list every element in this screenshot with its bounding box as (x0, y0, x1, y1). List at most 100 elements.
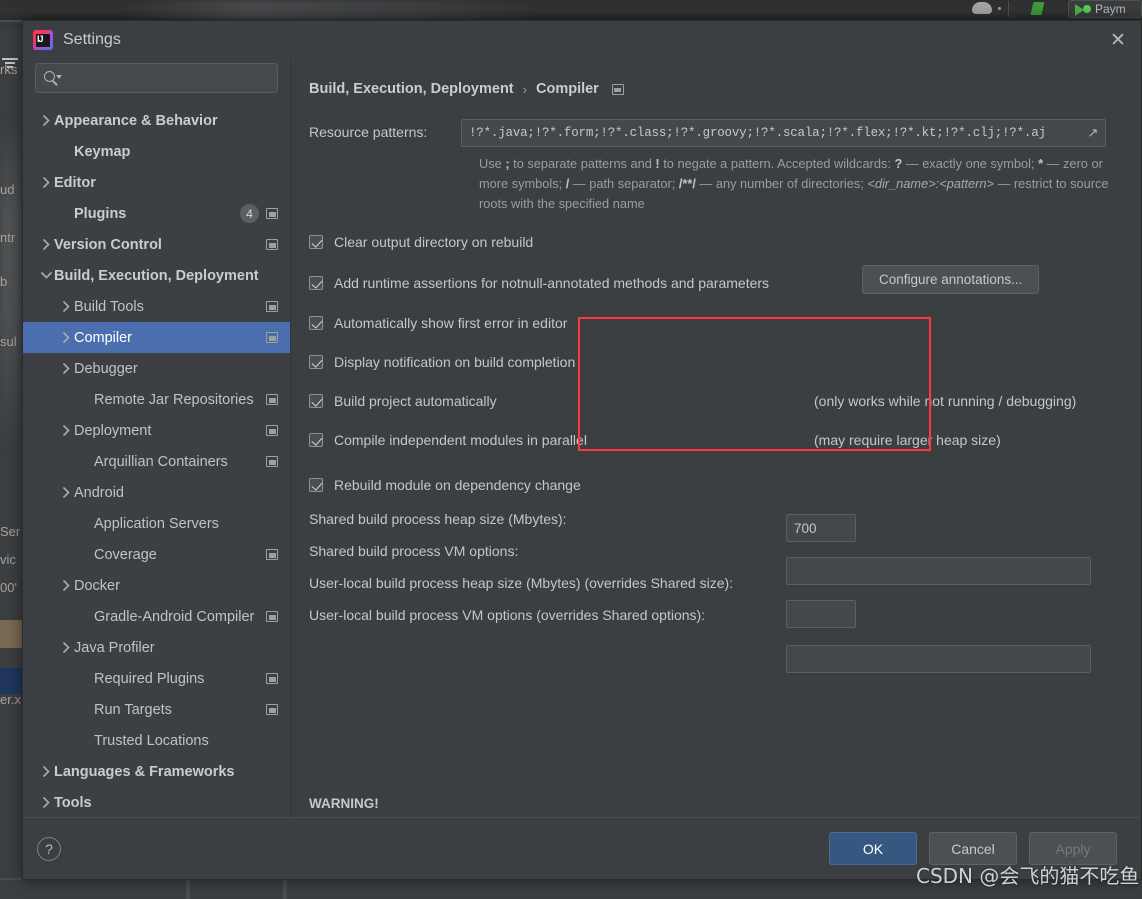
checkbox-automatically-show-first-error-in-editor[interactable] (309, 316, 323, 331)
background-status-tab-1 (186, 880, 190, 899)
warning-line-1: If option 'Clear output directory on reb… (309, 815, 1109, 818)
chevron-right-icon[interactable] (39, 177, 54, 188)
sidebar-item-required-plugins[interactable]: Required Plugins (23, 663, 290, 694)
sidebar-item-deployment[interactable]: Deployment (23, 415, 290, 446)
modified-settings-icon (266, 208, 278, 219)
close-icon[interactable]: ✕ (1101, 25, 1135, 55)
modified-settings-icon (266, 239, 278, 250)
run-configuration-label: Paym (1095, 2, 1126, 16)
sidebar-item-label: Java Profiler (74, 639, 155, 656)
chevron-right-icon[interactable] (59, 363, 74, 374)
sidebar-item-tools[interactable]: Tools (23, 787, 290, 817)
apply-button[interactable]: Apply (1029, 832, 1117, 865)
toolbar-separator (1008, 1, 1009, 17)
sidebar-item-label: Docker (74, 577, 120, 594)
chevron-right-icon[interactable] (59, 580, 74, 591)
sidebar-item-trusted-locations[interactable]: Trusted Locations (23, 725, 290, 756)
chevron-right-icon[interactable] (59, 301, 74, 312)
sidebar-item-trailing (266, 456, 278, 467)
sidebar-item-android[interactable]: Android (23, 477, 290, 508)
breadcrumb-parent[interactable]: Build, Execution, Deployment (309, 81, 514, 97)
checkbox-add-runtime-assertions-for-notnull-annotated-m[interactable] (309, 276, 323, 291)
resource-patterns-row: Resource patterns: !?*.java;!?*.form;!?*… (309, 119, 1123, 147)
checkbox-row-compile-independent-modules-in-parallel[interactable]: Compile independent modules in parallel (… (309, 427, 1123, 454)
settings-sidebar: Appearance & Behavior Keymap Editor Plugins… (23, 59, 291, 817)
resource-patterns-help-text: Use ; to separate patterns and ! to nega… (479, 156, 1109, 212)
checkbox-build-project-automatically[interactable] (309, 394, 323, 409)
run-configuration-selector[interactable]: Paym (1068, 0, 1142, 18)
checkbox-row-clear-output-directory-on-rebuild[interactable]: Clear output directory on rebuild (309, 229, 1123, 256)
checkbox-compile-independent-modules-in-parallel[interactable] (309, 433, 323, 448)
sidebar-item-compiler[interactable]: Compiler (23, 322, 290, 353)
checkbox-row-add-runtime-assertions-for-notnull-annotated-m[interactable]: Add runtime assertions for notnull-annot… (309, 264, 1123, 297)
chevron-right-icon[interactable] (39, 766, 54, 777)
checkbox-row-display-notification-on-build-completion[interactable]: Display notification on build completion (309, 349, 1123, 376)
search-box[interactable] (35, 63, 278, 93)
sidebar-item-docker[interactable]: Docker (23, 570, 290, 601)
checkbox-row-build-project-automatically[interactable]: Build project automatically (only works w… (309, 388, 1123, 415)
modified-settings-icon (266, 332, 278, 343)
build-process-fields: Shared build process heap size (Mbytes):… (309, 511, 1123, 673)
sidebar-item-label: Keymap (74, 143, 131, 160)
sidebar-item-run-targets[interactable]: Run Targets (23, 694, 290, 725)
sidebar-item-debugger[interactable]: Debugger (23, 353, 290, 384)
sidebar-item-label: Editor (54, 174, 96, 191)
checkbox-display-notification-on-build-completion[interactable] (309, 355, 323, 370)
sidebar-item-trailing (266, 239, 278, 250)
help-button[interactable]: ? (37, 836, 61, 861)
sidebar-item-editor[interactable]: Editor (23, 167, 290, 198)
chevron-down-icon (998, 7, 1001, 10)
checkbox-row-rebuild-module-on-dependency-change[interactable]: Rebuild module on dependency change (309, 472, 1123, 499)
intellij-idea-icon: IJ (33, 30, 53, 50)
background-text-fragment: 00' (0, 580, 17, 595)
chevron-right-icon[interactable] (39, 797, 54, 808)
settings-tree: Appearance & Behavior Keymap Editor Plugins… (23, 103, 290, 817)
sidebar-item-version-control[interactable]: Version Control (23, 229, 290, 260)
sidebar-item-remote-jar-repositories[interactable]: Remote Jar Repositories (23, 384, 290, 415)
background-status-bar (0, 880, 1142, 899)
ok-button[interactable]: OK (829, 832, 917, 865)
search-icon (44, 70, 62, 86)
checkbox-note: (may require larger heap size) (814, 432, 1001, 449)
chevron-right-icon[interactable] (59, 487, 74, 498)
modified-settings-icon (611, 83, 624, 95)
chevron-down-icon[interactable] (39, 272, 54, 279)
resource-patterns-field[interactable]: !?*.java;!?*.form;!?*.class;!?*.groovy;!… (461, 119, 1106, 147)
checkbox-row-automatically-show-first-error-in-editor[interactable]: Automatically show first error in editor (309, 310, 1123, 337)
chevron-right-icon[interactable] (39, 115, 54, 126)
sidebar-item-java-profiler[interactable]: Java Profiler (23, 632, 290, 663)
settings-content-panel: Build, Execution, Deployment › Compiler … (291, 59, 1141, 817)
sidebar-item-arquillian-containers[interactable]: Arquillian Containers (23, 446, 290, 477)
sidebar-item-languages-frameworks[interactable]: Languages & Frameworks (23, 756, 290, 787)
cloud-icon (972, 2, 992, 14)
input-user-local-build-process-heap-size-mbytes-over[interactable] (786, 600, 856, 628)
sidebar-item-trailing (266, 301, 278, 312)
chevron-right-icon[interactable] (59, 642, 74, 653)
checkbox-rebuild-module-on-dependency-change[interactable] (309, 478, 323, 493)
checkbox-clear-output-directory-on-rebuild[interactable] (309, 235, 323, 250)
input-user-local-build-process-vm-options-overrides-[interactable] (786, 645, 1091, 673)
search-input[interactable] (62, 69, 269, 87)
background-text-fragment: sul (0, 334, 17, 349)
sidebar-item-gradle-android-compiler[interactable]: Gradle-Android Compiler (23, 601, 290, 632)
chevron-right-icon[interactable] (59, 332, 74, 343)
input-shared-build-process-vm-options[interactable] (786, 557, 1091, 585)
chevron-right-icon[interactable] (59, 425, 74, 436)
background-text-fragment: rks (0, 62, 18, 77)
sidebar-item-appearance-behavior[interactable]: Appearance & Behavior (23, 105, 290, 136)
modified-settings-icon (266, 673, 278, 684)
configure-annotations-button[interactable]: Configure annotations... (862, 264, 1040, 294)
sidebar-item-build-tools[interactable]: Build Tools (23, 291, 290, 322)
sidebar-item-plugins[interactable]: Plugins 4 (23, 198, 290, 229)
run-status-dot-icon (1083, 5, 1091, 13)
sidebar-item-application-servers[interactable]: Application Servers (23, 508, 290, 539)
input-shared-build-process-heap-size-mbytes[interactable]: 700 (786, 514, 856, 542)
sidebar-item-keymap[interactable]: Keymap (23, 136, 290, 167)
sidebar-item-label: Version Control (54, 236, 162, 253)
cancel-button[interactable]: Cancel (929, 832, 1017, 865)
checkbox-label: Automatically show first error in editor (334, 315, 568, 332)
sidebar-item-build-execution-deployment[interactable]: Build, Execution, Deployment (23, 260, 290, 291)
sidebar-item-coverage[interactable]: Coverage (23, 539, 290, 570)
chevron-right-icon[interactable] (39, 239, 54, 250)
expand-icon[interactable]: ↗ (1085, 125, 1101, 141)
